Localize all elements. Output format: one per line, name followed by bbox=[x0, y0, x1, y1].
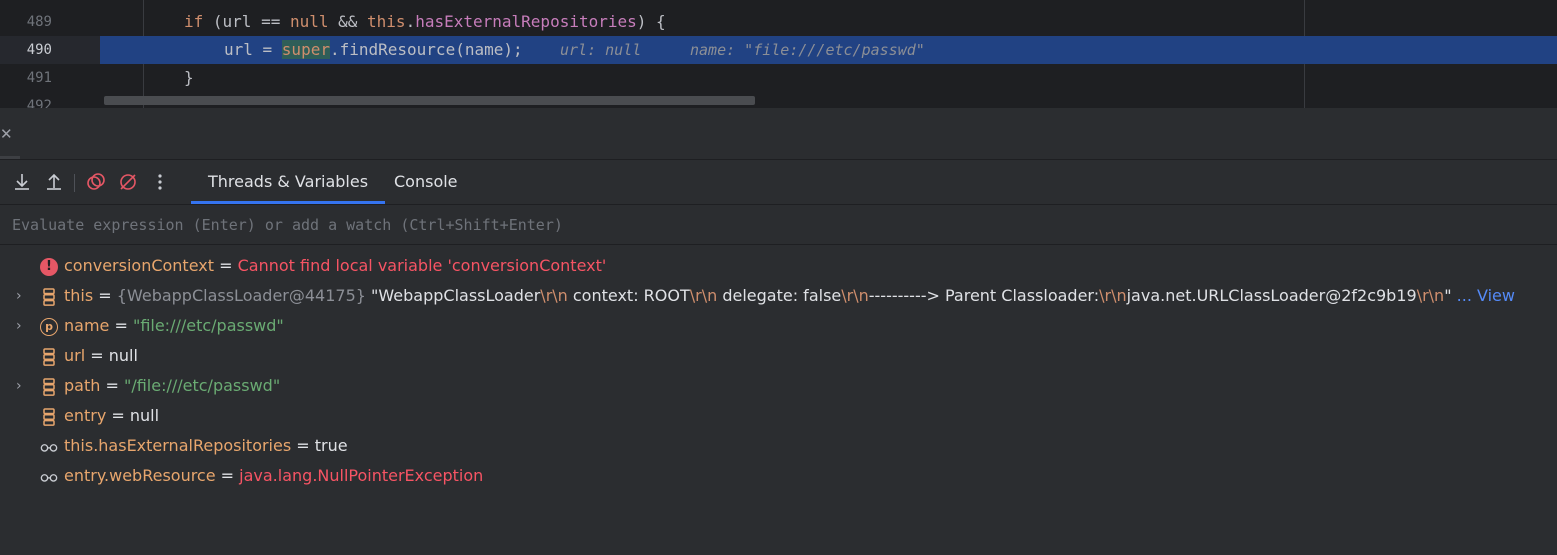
line-number: 491 bbox=[26, 70, 52, 86]
variable-name: path bbox=[64, 376, 101, 395]
variable-name: url bbox=[64, 346, 86, 365]
variables-tree: ! conversionContext = Cannot find local … bbox=[0, 251, 1557, 491]
view-breakpoints-icon[interactable] bbox=[86, 172, 106, 192]
mute-breakpoints-icon[interactable] bbox=[118, 172, 138, 192]
variable-name: name bbox=[64, 316, 110, 335]
variable-row[interactable]: entry = null bbox=[0, 401, 1557, 431]
step-into-icon[interactable] bbox=[12, 172, 32, 192]
chevron-right-icon[interactable]: › bbox=[16, 311, 30, 341]
watch-name: entry.webResource bbox=[64, 466, 216, 485]
line-number: 488 bbox=[0, 0, 52, 8]
variable-type: {WebappClassLoader@44175} bbox=[116, 286, 366, 305]
current-execution-line[interactable]: 490 url = super.findResource(name); url:… bbox=[0, 36, 1557, 64]
more-icon[interactable] bbox=[150, 172, 170, 192]
line-number: 492 bbox=[26, 98, 52, 108]
watch-name: this.hasExternalRepositories bbox=[64, 436, 292, 455]
horizontal-scrollbar[interactable] bbox=[104, 96, 755, 105]
evaluate-expression-input[interactable] bbox=[0, 205, 1557, 244]
variable-row[interactable]: ! conversionContext = Cannot find local … bbox=[0, 251, 1557, 281]
tab-threads-variables[interactable]: Threads & Variables bbox=[191, 160, 386, 204]
watch-value: true bbox=[314, 436, 348, 455]
code-text[interactable]: url = super.findResource(name); bbox=[224, 36, 523, 64]
variable-name: this bbox=[64, 286, 94, 305]
line-number: 490 bbox=[0, 36, 100, 64]
line-number: 489 bbox=[26, 14, 52, 30]
variable-value: "file:///etc/passwd" bbox=[132, 316, 284, 335]
variable-name: entry bbox=[64, 406, 107, 425]
code-line-488: 488 bbox=[0, 0, 1557, 8]
variable-value: Cannot find local variable 'conversionCo… bbox=[237, 256, 607, 275]
watch-row[interactable]: this.hasExternalRepositories = true bbox=[0, 431, 1557, 461]
variable-row[interactable]: › p name = "file:///etc/passwd" bbox=[0, 311, 1557, 341]
code-line[interactable]: 489 if (url == null && this.hasExternalR… bbox=[0, 8, 1557, 36]
view-link[interactable]: ... View bbox=[1457, 286, 1515, 305]
watch-row[interactable]: entry.webResource = java.lang.NullPointe… bbox=[0, 461, 1557, 491]
variable-value: null bbox=[108, 346, 138, 365]
debug-toolbar: Threads & Variables Console bbox=[0, 160, 1557, 205]
field-icon bbox=[43, 408, 55, 426]
error-icon: ! bbox=[40, 258, 58, 276]
field-icon bbox=[43, 288, 55, 306]
parameter-icon: p bbox=[40, 318, 58, 336]
variable-row[interactable]: url = null bbox=[0, 341, 1557, 371]
variable-value: null bbox=[129, 406, 160, 425]
tab-console[interactable]: Console bbox=[377, 160, 475, 204]
variable-value: "/file:///etc/passwd" bbox=[123, 376, 281, 395]
chevron-right-icon[interactable]: › bbox=[16, 281, 30, 311]
code-text[interactable]: if (url == null && this.hasExternalRepos… bbox=[184, 8, 666, 36]
variable-name: conversionContext bbox=[64, 256, 215, 275]
field-icon bbox=[43, 348, 55, 366]
watch-icon bbox=[40, 474, 58, 482]
watch-icon bbox=[40, 444, 58, 452]
field-icon bbox=[43, 378, 55, 396]
code-line[interactable]: 491 } bbox=[0, 64, 1557, 92]
step-out-icon[interactable] bbox=[44, 172, 64, 192]
evaluate-bar bbox=[0, 205, 1557, 245]
code-editor[interactable]: 488 489 if (url == null && this.hasExter… bbox=[0, 0, 1557, 108]
tab-underline bbox=[0, 156, 20, 159]
debug-panel-header: ✕ bbox=[0, 108, 1557, 160]
close-icon[interactable]: ✕ bbox=[0, 125, 13, 143]
inline-value-hint-url: url: null bbox=[560, 41, 642, 59]
chevron-right-icon[interactable]: › bbox=[16, 371, 30, 401]
variable-row[interactable]: › path = "/file:///etc/passwd" bbox=[0, 371, 1557, 401]
inline-value-hint-name: name: "file:///etc/passwd" bbox=[690, 41, 925, 59]
watch-value: java.lang.NullPointerException bbox=[239, 466, 484, 485]
toolbar-separator bbox=[74, 174, 75, 192]
variable-row[interactable]: › this = {WebappClassLoader@44175} "Weba… bbox=[0, 281, 1557, 311]
code-text[interactable]: } bbox=[184, 64, 194, 92]
